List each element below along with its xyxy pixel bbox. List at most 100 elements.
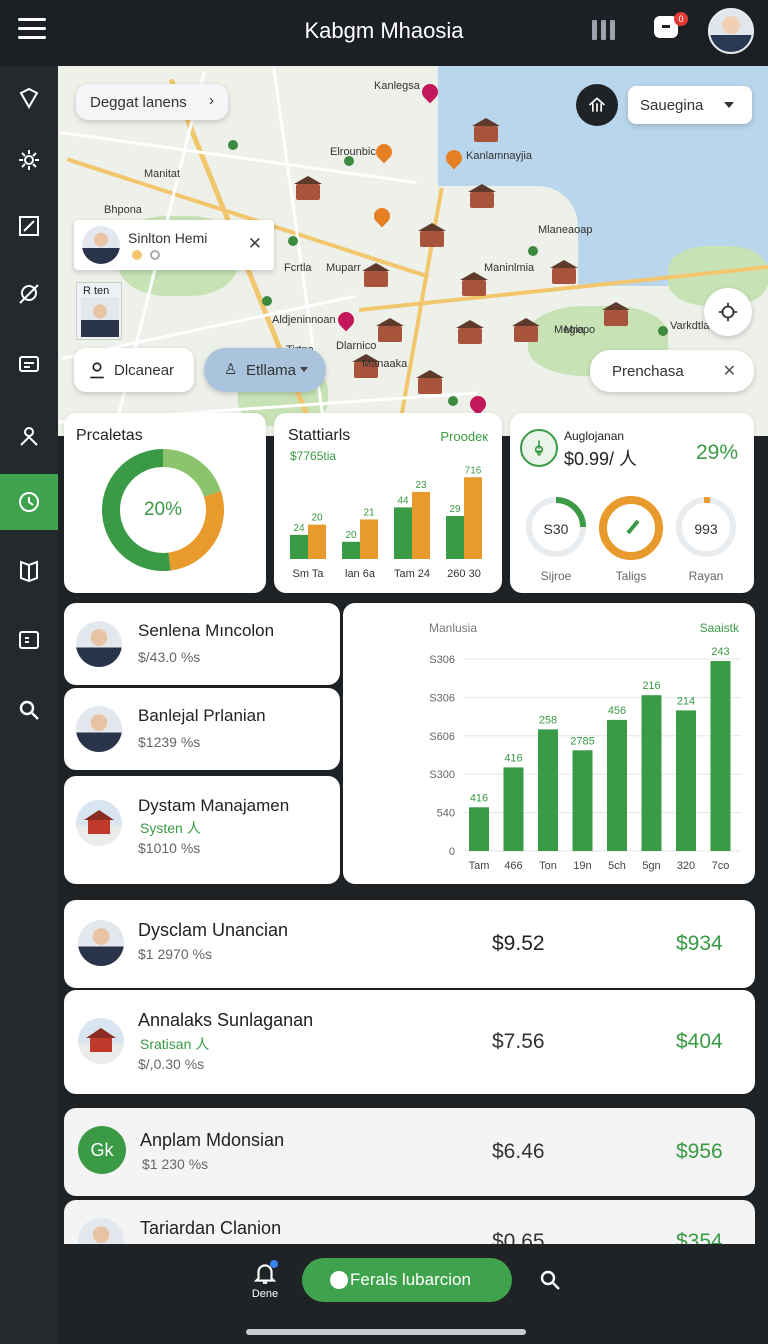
transaction-subtitle: Sratisan 人	[140, 1036, 210, 1052]
stats-bar-label: 23	[415, 480, 427, 491]
chart-title: Manlusia	[429, 621, 478, 635]
x-tick-label: 19n	[573, 860, 591, 872]
stats-bar-label: 29	[449, 504, 461, 515]
etllama-dropdown[interactable]: ♙ Etllama	[204, 348, 326, 392]
sidebar-item-edit[interactable]	[0, 198, 58, 254]
primary-action-label: Ferals lubarcion	[350, 1270, 471, 1289]
chart-bar-label: 214	[677, 695, 695, 707]
sidebar	[0, 66, 58, 1344]
region-select[interactable]: Sauegina	[628, 86, 752, 124]
mini-profile-card[interactable]: R ten	[76, 282, 122, 340]
home-indicator	[246, 1329, 526, 1335]
sidebar-item-history[interactable]	[0, 474, 58, 530]
primary-action-button[interactable]: Ferals lubarcion	[302, 1258, 512, 1302]
list-item-value: $/43.0 %s	[138, 649, 201, 665]
map-label: Manitat	[144, 168, 181, 180]
gauges-card: Auglojanan $0.99/ 人 29% S30 Sijroe Talig…	[510, 413, 754, 593]
book-icon	[20, 560, 38, 582]
sidebar-item-person[interactable]	[0, 408, 58, 464]
gear-icon	[19, 150, 39, 170]
bell-icon	[520, 429, 558, 467]
breadcrumb-label: Deggat lanens	[90, 93, 187, 111]
map-label: Aldjeninnoan	[272, 314, 336, 326]
y-tick-label: S300	[429, 769, 455, 781]
stats-category-label: 260 30	[447, 568, 481, 580]
sidebar-item-search[interactable]	[0, 682, 58, 738]
no-location-icon	[19, 284, 39, 304]
transaction-value: $1 2970 %s	[138, 946, 212, 962]
x-tick-label: 5gn	[642, 860, 660, 872]
transaction-name: Anplam Mdonsian	[140, 1130, 285, 1150]
chart-bar-label: 416	[470, 792, 488, 804]
breadcrumb[interactable]: Deggat lanens ›	[76, 84, 228, 120]
sidebar-item-settings[interactable]	[0, 132, 58, 188]
list-item[interactable]: Senlena Mıncolon $/43.0 %s	[64, 603, 340, 685]
map-label: Muparr	[326, 262, 361, 274]
stats-bar	[342, 541, 360, 559]
notification-dot	[270, 1260, 278, 1268]
transaction-amount: $956	[676, 1140, 723, 1163]
sidebar-item-card[interactable]	[0, 336, 58, 392]
transaction-row[interactable]: Annalaks Sunlaganan Sratisan 人 $/,0.30 %…	[64, 990, 755, 1094]
stats-bar	[360, 519, 378, 559]
chart-bar	[572, 750, 593, 851]
stats-category-label: Sm Ta	[293, 568, 325, 580]
search-icon	[19, 700, 39, 720]
list-item[interactable]: Dystam Manajamen Systen 人 $1010 %s	[64, 776, 340, 884]
dlcanear-button[interactable]: Dlcanear	[74, 348, 194, 392]
list-item-value: $1010 %s	[138, 840, 201, 856]
x-tick-label: 466	[504, 860, 522, 872]
top-bar: Kabgm Mhaosia 0	[0, 0, 768, 66]
sidebar-item-panel[interactable]	[0, 612, 58, 668]
stats-category-label: lan 6a	[345, 568, 376, 580]
y-tick-label: S306	[429, 654, 455, 666]
status-dot	[132, 250, 142, 260]
avatar	[81, 297, 119, 337]
list-item[interactable]: Banlejal Prlanian $1239 %s	[64, 688, 340, 770]
chevron-right-icon: ›	[209, 92, 214, 109]
avatar	[78, 920, 124, 966]
sidebar-item-book[interactable]	[0, 542, 58, 598]
person-icon	[20, 427, 38, 446]
gauge-3-label: Rayan	[688, 569, 724, 583]
transaction-row[interactable]: Dysclam Unancian $1 2970 %s $9.52 $934	[64, 900, 755, 988]
stats-icon[interactable]	[592, 20, 618, 42]
stats-bar	[446, 516, 464, 559]
stats-card: Stattiarls Proodeк $7765tia 24 20 Sm Ta 20 2…	[274, 413, 502, 593]
home-button[interactable]	[576, 84, 618, 126]
user-icon	[90, 362, 104, 379]
avatar	[76, 621, 122, 667]
sidebar-item-location[interactable]	[0, 266, 58, 322]
chart-bar-label: 216	[642, 680, 660, 692]
user-avatar[interactable]	[708, 8, 754, 54]
stats-category-label: Tam 24	[394, 568, 430, 580]
clock-icon	[19, 492, 39, 512]
x-tick-label: Ton	[539, 860, 557, 872]
nav-label: Dene	[251, 1288, 279, 1300]
stats-bar	[394, 507, 412, 559]
gauge-1-value: S30	[543, 521, 569, 537]
map-view[interactable]: Kanlegsa Manitat Bhpona Elrounbic Kanlam…	[58, 66, 768, 436]
transaction-row[interactable]: Gk Anplam Mdonsian $1 230 %s $6.46 $956	[64, 1108, 755, 1196]
transaction-price: $9.52	[492, 932, 545, 955]
edit-icon	[19, 216, 39, 236]
nav-item-dene[interactable]: Dene	[248, 1260, 282, 1304]
close-icon[interactable]: ✕	[248, 234, 262, 254]
chart-bar-label: 456	[608, 705, 626, 717]
map-label: Manaaka	[362, 358, 408, 370]
sidebar-item-pin[interactable]	[0, 70, 58, 126]
chart-bar	[607, 719, 627, 851]
close-icon[interactable]: ✕	[723, 361, 736, 381]
mini-label: R ten	[83, 285, 110, 297]
transaction-name: Tariardan Clanion	[140, 1218, 282, 1238]
y-tick-label: S306	[429, 692, 455, 704]
main-bar-chart: S306 S306 S606 S300 540 0 416 Tam 416 466 258 Ton 27…	[429, 646, 741, 872]
y-tick-label: 0	[449, 846, 455, 858]
transaction-value: $1 230 %s	[142, 1156, 209, 1172]
prenchasa-chip[interactable]: Prenchasa ✕	[590, 350, 754, 392]
locate-button[interactable]	[704, 288, 752, 336]
stats-bar	[290, 534, 308, 559]
map-label: Mlaneaoap	[538, 224, 593, 236]
search-icon[interactable]	[538, 1268, 562, 1292]
avatar	[78, 1018, 124, 1064]
